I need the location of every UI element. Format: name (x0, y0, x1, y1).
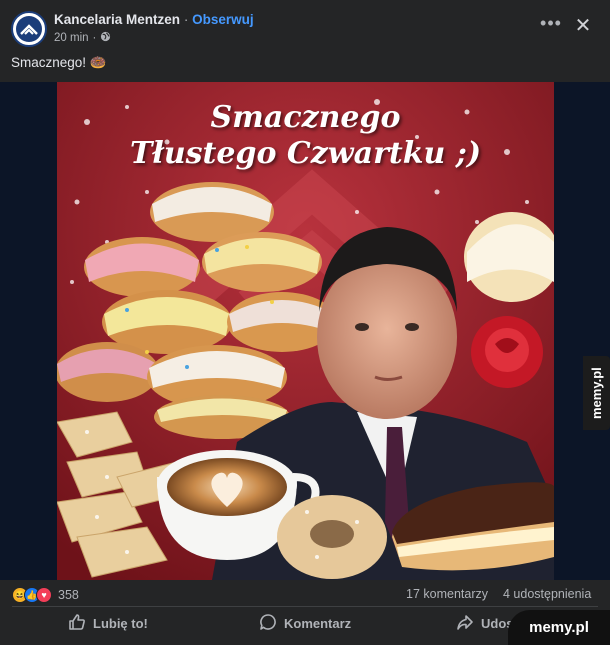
page-name-link[interactable]: Kancelaria Mentzen (54, 12, 180, 27)
poster-headline-line1: Smacznego (210, 100, 401, 135)
timestamp[interactable]: 20 min (54, 32, 89, 44)
like-label: Lubię to! (93, 615, 148, 631)
reaction-count: 358 (58, 588, 79, 602)
post-stats: 😆 👍 ♥ 358 17 komentarzy 4 udostępnienia (0, 582, 610, 608)
comment-button[interactable]: Komentarz (259, 608, 351, 638)
follow-button[interactable]: Obserwuj (192, 12, 254, 27)
comment-label: Komentarz (284, 615, 352, 631)
globe-icon (100, 31, 111, 45)
love-icon: ♥ (36, 587, 52, 603)
page-name-line: Kancelaria Mentzen · Obserwuj (54, 12, 254, 27)
poster-headline-line2: Tłustego Czwartku ;) (129, 136, 482, 171)
meta-separator: · (92, 32, 97, 44)
more-options-icon[interactable]: ••• (540, 14, 562, 36)
post-caption: Smacznego! 🍩 (11, 55, 107, 70)
watermark-badge: memy.pl (508, 610, 610, 645)
post-header: Kancelaria Mentzen · Obserwuj 20 min · •… (0, 0, 610, 52)
comments-count[interactable]: 17 komentarzy (406, 587, 488, 601)
shares-count[interactable]: 4 udostępnienia (503, 587, 591, 601)
reactions-summary[interactable]: 😆 👍 ♥ 358 (12, 587, 79, 603)
side-watermark: memy.pl (583, 356, 610, 430)
poster-image: Smacznego Tłustego Czwartku ;) (57, 82, 554, 580)
like-button[interactable]: Lubię to! (68, 608, 148, 638)
divider (12, 606, 598, 607)
comment-bubble-icon (259, 613, 277, 634)
logo-icon (16, 16, 42, 42)
thumbs-up-icon (68, 613, 86, 634)
separator: · (183, 12, 189, 27)
post-meta: 20 min · (54, 31, 111, 45)
page-avatar[interactable] (11, 11, 47, 47)
post-image[interactable]: Smacznego Tłustego Czwartku ;) memy.pl (0, 82, 610, 580)
share-arrow-icon (456, 613, 474, 634)
close-icon[interactable]: ✕ (572, 14, 594, 38)
